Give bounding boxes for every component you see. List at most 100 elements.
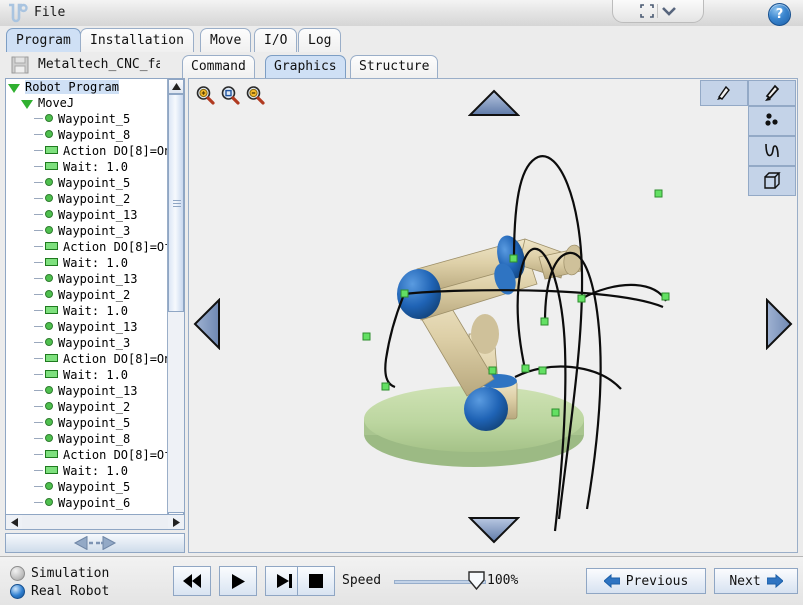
window-controls[interactable] [612, 0, 704, 23]
tree-item[interactable]: Wait: 1.0 [6, 367, 169, 383]
tree-scroll-thumb[interactable] [168, 94, 184, 312]
label-real-robot[interactable]: Real Robot [31, 584, 109, 599]
fullscreen-icon[interactable] [639, 3, 655, 19]
waypoint-dot-icon [45, 130, 53, 138]
radio-simulation[interactable] [10, 566, 25, 581]
tree-item-label: Action DO[8]=On [63, 352, 169, 366]
tree-item[interactable]: Waypoint_8 [6, 431, 169, 447]
tree-branch-line [34, 294, 43, 295]
pan-down-arrow[interactable] [468, 516, 520, 544]
skip-forward-icon [277, 574, 292, 588]
tab-command[interactable]: Command [182, 55, 255, 78]
tree-branch-line [34, 182, 43, 183]
tree-item[interactable]: Waypoint_5 [6, 479, 169, 495]
zoom-out-icon[interactable] [245, 85, 265, 105]
label-simulation[interactable]: Simulation [31, 566, 109, 581]
tree-item[interactable]: Wait: 1.0 [6, 303, 169, 319]
tree-item-label: Waypoint_5 [58, 416, 131, 430]
tree-horizontal-scrollbar[interactable] [5, 514, 185, 530]
pan-up-arrow[interactable] [468, 89, 520, 117]
waypoint-dot-icon [45, 194, 53, 202]
tree-item[interactable]: Waypoint_5 [6, 175, 169, 191]
save-floppy-icon[interactable] [10, 55, 30, 75]
scroll-up-button[interactable] [168, 79, 184, 94]
tree-item[interactable]: Waypoint_13 [6, 207, 169, 223]
tree-item[interactable]: Wait: 1.0 [6, 255, 169, 271]
tree-item[interactable]: Waypoint_8 [6, 127, 169, 143]
menu-file[interactable]: File [34, 5, 65, 20]
pan-right-arrow[interactable] [765, 298, 793, 350]
horizontal-scroll-track[interactable] [22, 515, 168, 529]
view-rotate-right-button[interactable] [748, 80, 796, 106]
program-tree[interactable]: Robot Program MoveJ Waypoint_5 Waypoint_8 Ac… [6, 79, 169, 513]
tree-item[interactable]: Waypoint_2 [6, 191, 169, 207]
tree-branch-line [34, 118, 43, 119]
tree-item[interactable]: MoveJ [6, 95, 169, 111]
action-bar-icon [45, 306, 58, 314]
tab-structure[interactable]: Structure [350, 55, 439, 78]
tree-branch-line [34, 310, 43, 311]
next-button[interactable]: Next [714, 568, 798, 594]
help-button[interactable]: ? [768, 3, 791, 26]
tree-item-label: Waypoint_8 [58, 432, 131, 446]
tree-branch-line [34, 406, 43, 407]
tree-item[interactable]: Robot Program [6, 79, 169, 95]
show-waypoints-button[interactable] [748, 106, 796, 136]
tab-program[interactable]: Program [6, 28, 81, 52]
scroll-left-button[interactable] [6, 515, 22, 529]
tree-item[interactable]: Waypoint_5 [6, 111, 169, 127]
tree-item[interactable]: Action DO[8]=Off [6, 239, 169, 255]
panel-splitter-handle[interactable] [5, 533, 185, 553]
tab-move[interactable]: Move [200, 28, 252, 52]
radio-real-robot[interactable] [10, 584, 25, 599]
zoom-in-icon[interactable] [195, 85, 215, 105]
tree-branch-line [34, 134, 43, 135]
tree-item[interactable]: Action DO[8]=On [6, 143, 169, 159]
tree-branch-line [34, 326, 43, 327]
tree-vertical-scrollbar[interactable] [167, 79, 184, 527]
tree-item[interactable]: Waypoint_13 [6, 383, 169, 399]
pan-left-arrow[interactable] [193, 298, 221, 350]
play-button[interactable] [219, 566, 257, 596]
tree-item[interactable]: Wait: 1.0 [6, 159, 169, 175]
chevron-down-icon[interactable] [660, 4, 678, 18]
scroll-right-button[interactable] [168, 515, 184, 529]
zoom-toolbar[interactable] [195, 85, 265, 105]
view-rotate-left-button[interactable] [700, 80, 748, 106]
tree-item-label: Waypoint_6 [58, 496, 131, 510]
restart-button[interactable] [173, 566, 211, 596]
tree-item-label: Waypoint_13 [58, 272, 138, 286]
tree-item-label: Waypoint_3 [58, 336, 131, 350]
tree-item-label: Action DO[8]=On [63, 144, 169, 158]
tree-item[interactable]: Waypoint_2 [6, 287, 169, 303]
tree-item[interactable]: Action DO[8]=On [6, 351, 169, 367]
action-bar-icon [45, 162, 58, 170]
stop-button[interactable] [297, 566, 335, 596]
speed-slider-knob[interactable] [468, 571, 485, 590]
tree-item[interactable]: Waypoint_13 [6, 319, 169, 335]
program-file-name: Metaltech_CNC_fair [38, 57, 160, 72]
waypoint-dot-icon [45, 226, 53, 234]
tab-graphics[interactable]: Graphics [265, 55, 346, 78]
tree-item[interactable]: Waypoint_5 [6, 415, 169, 431]
waypoints-dots-icon [765, 113, 778, 126]
tree-item[interactable]: Waypoint_3 [6, 223, 169, 239]
tree-item[interactable]: Waypoint_13 [6, 271, 169, 287]
tree-item[interactable]: Waypoint_2 [6, 399, 169, 415]
tab-log[interactable]: Log [298, 28, 342, 52]
tree-item[interactable]: Waypoint_3 [6, 335, 169, 351]
show-box-button[interactable] [748, 166, 796, 196]
tree-item[interactable]: Action DO[8]=Off [6, 447, 169, 463]
graphics-viewport[interactable] [188, 78, 798, 553]
tab-io[interactable]: I/O [254, 28, 298, 52]
tree-item[interactable]: Wait: 1.0 [6, 463, 169, 479]
tree-branch-line [34, 342, 43, 343]
show-path-button[interactable] [748, 136, 796, 166]
view-option-buttons[interactable] [700, 80, 796, 196]
previous-button[interactable]: Previous [586, 568, 706, 594]
tab-installation[interactable]: Installation [80, 28, 194, 52]
zoom-fit-icon[interactable] [220, 85, 240, 105]
tree-item[interactable]: Waypoint_6 [6, 495, 169, 511]
stop-icon [309, 574, 323, 588]
tree-item-label: Wait: 1.0 [63, 304, 129, 318]
